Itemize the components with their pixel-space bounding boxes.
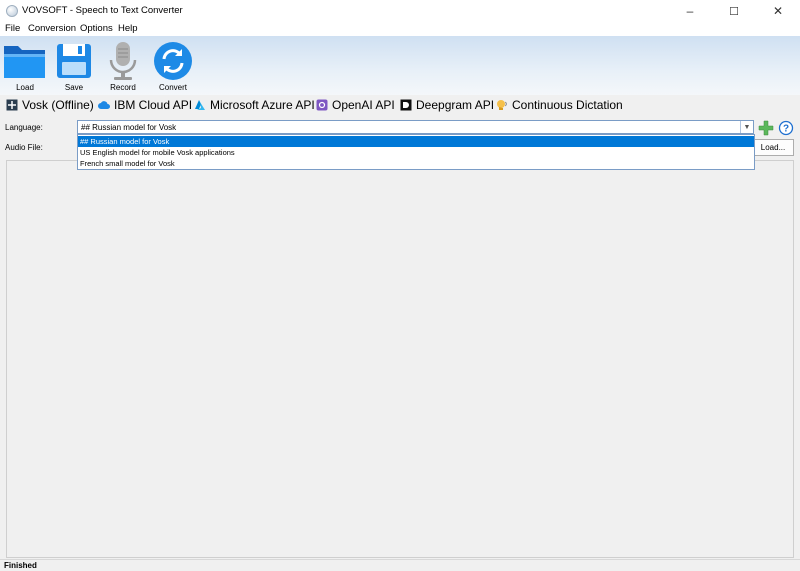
engine-tabs: Vosk (Offline) IBM Cloud API Microsoft A… [0,96,800,114]
tab-vosk-label: Vosk (Offline) [22,98,94,112]
language-option[interactable]: US English model for mobile Vosk applica… [78,147,754,158]
language-dropdown-list: ## Russian model for Vosk US English mod… [77,134,755,170]
language-value: ## Russian model for Vosk [81,123,177,132]
azure-icon [195,100,205,110]
convert-button[interactable]: Convert [151,40,195,94]
chevron-down-icon[interactable]: ▼ [740,121,753,133]
tab-vosk[interactable]: Vosk (Offline) [6,96,94,114]
convert-label: Convert [158,83,187,92]
cloud-icon [98,101,110,109]
tab-dictation-label: Continuous Dictation [512,98,623,112]
refresh-arrows-icon [154,42,192,80]
speaking-head-icon [497,100,507,110]
language-select[interactable]: ## Russian model for Vosk ▼ [77,120,754,134]
language-label: Language: [5,123,43,132]
svg-text:?: ? [783,124,789,135]
title-bar: VOVSOFT - Speech to Text Converter – ☐ ✕ [0,0,800,22]
load-button[interactable]: Load [3,40,47,94]
record-label: Record [110,83,136,92]
status-text: Finished [4,561,37,570]
maximize-button[interactable]: ☐ [712,0,756,22]
tab-deepgram-label: Deepgram API [416,98,495,112]
tab-azure-label: Microsoft Azure API [210,98,315,112]
openai-icon [316,99,328,111]
tab-ibm-label: IBM Cloud API [114,98,193,112]
tab-dictation[interactable]: Continuous Dictation [496,96,623,114]
window-title: VOVSOFT - Speech to Text Converter [22,5,183,16]
load-label: Load [16,83,34,92]
tab-deepgram[interactable]: Deepgram API [400,96,494,114]
help-button[interactable]: ? [778,120,794,136]
menu-options[interactable]: Options [80,23,113,34]
folder-icon [4,46,45,78]
add-model-button[interactable] [758,120,774,136]
audio-file-label: Audio File: [5,143,43,152]
tab-azure[interactable]: Microsoft Azure API [194,96,315,114]
menu-conversion[interactable]: Conversion [28,23,76,34]
transcript-area[interactable] [6,160,794,558]
language-option[interactable]: French small model for Vosk [78,158,754,169]
vosk-icon [6,99,18,111]
minimize-button[interactable]: – [668,0,712,22]
microphone-icon [109,42,137,80]
floppy-disk-icon [57,44,91,78]
deepgram-icon [400,99,412,111]
save-button[interactable]: Save [52,40,96,94]
close-button[interactable]: ✕ [756,0,800,22]
status-bar: Finished [0,559,800,571]
menu-help[interactable]: Help [118,23,138,34]
tab-ibm[interactable]: IBM Cloud API [98,96,192,114]
tab-openai-label: OpenAI API [332,98,395,112]
load-audio-button[interactable]: Load... [752,139,794,156]
toolbar: Load Save Record Convert [0,36,800,95]
save-label: Save [64,83,84,92]
menu-bar: File Conversion Options Help [0,22,800,36]
language-option[interactable]: ## Russian model for Vosk [78,136,754,147]
menu-file[interactable]: File [5,23,20,34]
tab-openai[interactable]: OpenAI API [316,96,395,114]
app-icon [6,5,18,17]
record-button[interactable]: Record [101,40,145,94]
